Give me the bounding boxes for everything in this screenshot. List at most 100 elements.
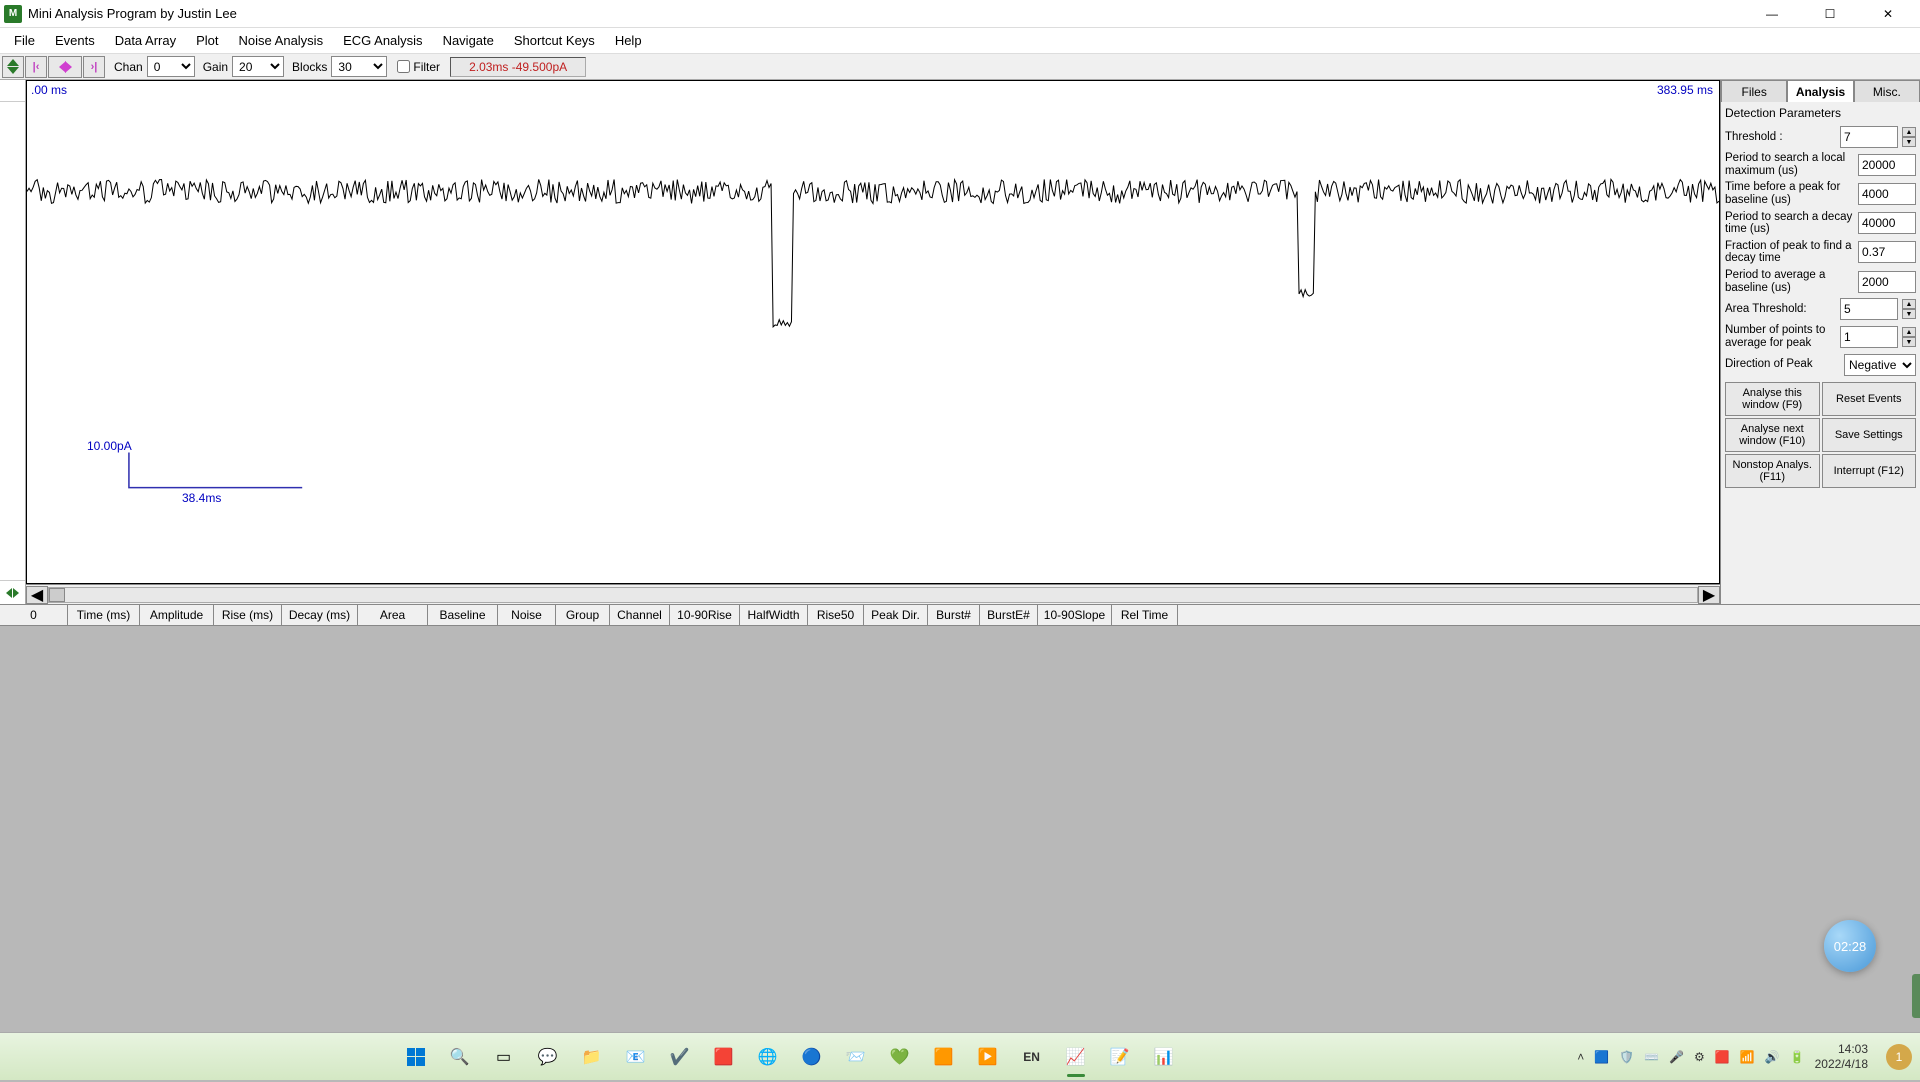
menu-navigate[interactable]: Navigate (433, 29, 504, 52)
gutter-button-top[interactable] (0, 80, 25, 102)
menu-plot[interactable]: Plot (186, 29, 228, 52)
analyse-next-button[interactable]: Analyse next window (F10) (1725, 418, 1820, 452)
area-threshold-up[interactable]: ▲ (1902, 299, 1916, 309)
th-baseline[interactable]: Baseline (428, 605, 498, 625)
gain-select[interactable]: 20 (232, 56, 284, 77)
notepad-icon[interactable]: 📝 (1102, 1039, 1138, 1075)
threshold-down[interactable]: ▼ (1902, 137, 1916, 147)
period-local-input[interactable] (1858, 154, 1916, 176)
hscroll-track[interactable] (48, 587, 1698, 603)
gutter-button-bottom[interactable] (0, 580, 25, 604)
start-button[interactable] (398, 1039, 434, 1075)
threshold-input[interactable] (1840, 126, 1898, 148)
th-peakdir[interactable]: Peak Dir. (864, 605, 928, 625)
filter-checkbox[interactable] (397, 60, 410, 73)
chat-icon[interactable]: 💬 (530, 1039, 566, 1075)
reset-events-button[interactable]: Reset Events (1822, 382, 1917, 416)
th-1090slope[interactable]: 10-90Slope (1038, 605, 1112, 625)
excel-icon[interactable]: 📊 (1146, 1039, 1182, 1075)
nav-last-button[interactable]: ›| (83, 56, 105, 78)
num-points-down[interactable]: ▼ (1902, 337, 1916, 347)
tray-keyboard-icon[interactable]: ⌨️ (1644, 1050, 1659, 1064)
hscroll-left-button[interactable]: ◀ (26, 586, 48, 604)
current-app-icon[interactable]: 📈 (1058, 1039, 1094, 1075)
menu-file[interactable]: File (4, 29, 45, 52)
timer-badge[interactable]: 02:28 (1824, 920, 1876, 972)
tray-mic-icon[interactable]: 🎤 (1669, 1050, 1684, 1064)
analyse-this-button[interactable]: Analyse this window (F9) (1725, 382, 1820, 416)
horizontal-scrollbar[interactable]: ◀ ▶ (26, 584, 1720, 604)
nav-first-button[interactable]: |‹ (25, 56, 47, 78)
tray-shield-icon[interactable]: 🛡️ (1619, 1050, 1634, 1064)
th-burste[interactable]: BurstE# (980, 605, 1038, 625)
gutter-vertical-track[interactable] (0, 102, 25, 580)
period-avg-input[interactable] (1858, 271, 1916, 293)
tray-icon-1[interactable]: 🟦 (1594, 1050, 1609, 1064)
tray-battery-icon[interactable]: 🔋 (1790, 1050, 1805, 1064)
minimize-button[interactable]: — (1752, 3, 1792, 25)
period-decay-input[interactable] (1858, 212, 1916, 234)
th-rise[interactable]: Rise (ms) (214, 605, 282, 625)
plot-canvas[interactable]: .00 ms 383.95 ms 10.00pA 38.4ms (26, 80, 1720, 584)
app-icon-1[interactable]: 🔵 (794, 1039, 830, 1075)
th-noise[interactable]: Noise (498, 605, 556, 625)
fraction-input[interactable] (1858, 241, 1916, 263)
task-view-icon[interactable]: ▭ (486, 1039, 522, 1075)
th-channel[interactable]: Channel (610, 605, 670, 625)
filter-checkbox-wrap[interactable]: Filter (397, 60, 440, 74)
direction-select[interactable]: Negative (1844, 354, 1916, 376)
threshold-up[interactable]: ▲ (1902, 127, 1916, 137)
time-before-input[interactable] (1858, 183, 1916, 205)
side-tab[interactable] (1912, 974, 1920, 1018)
tray-wifi-icon[interactable]: 📶 (1740, 1050, 1755, 1064)
office-icon[interactable]: 🟥 (706, 1039, 742, 1075)
menu-ecg-analysis[interactable]: ECG Analysis (333, 29, 432, 52)
menu-help[interactable]: Help (605, 29, 652, 52)
chrome-icon[interactable]: 🌐 (750, 1039, 786, 1075)
area-threshold-input[interactable] (1840, 298, 1898, 320)
menu-noise-analysis[interactable]: Noise Analysis (229, 29, 334, 52)
maximize-button[interactable]: ☐ (1810, 3, 1850, 25)
blocks-select[interactable]: 30 (331, 56, 387, 77)
wechat-icon[interactable]: 💚 (882, 1039, 918, 1075)
nonstop-button[interactable]: Nonstop Analys. (F11) (1725, 454, 1820, 488)
th-index[interactable]: 0 (0, 605, 68, 625)
th-decay[interactable]: Decay (ms) (282, 605, 358, 625)
th-burst[interactable]: Burst# (928, 605, 980, 625)
tray-volume-icon[interactable]: 🔊 (1765, 1050, 1780, 1064)
th-rise50[interactable]: Rise50 (808, 605, 864, 625)
th-1090rise[interactable]: 10-90Rise (670, 605, 740, 625)
chan-select[interactable]: 0 (147, 56, 195, 77)
outlook-icon[interactable]: 📨 (838, 1039, 874, 1075)
search-icon[interactable]: 🔍 (442, 1039, 478, 1075)
hscroll-thumb[interactable] (49, 588, 65, 602)
mail-icon[interactable]: 📧 (618, 1039, 654, 1075)
menu-events[interactable]: Events (45, 29, 105, 52)
zoom-vertical-button[interactable] (2, 56, 24, 78)
num-points-up[interactable]: ▲ (1902, 327, 1916, 337)
powerpoint-icon[interactable]: 🟧 (926, 1039, 962, 1075)
th-reltime[interactable]: Rel Time (1112, 605, 1178, 625)
num-points-input[interactable] (1840, 326, 1898, 348)
tab-files[interactable]: Files (1721, 80, 1787, 102)
notification-badge[interactable]: 1 (1886, 1044, 1912, 1070)
clock[interactable]: 14:03 2022/4/18 (1815, 1042, 1876, 1071)
th-group[interactable]: Group (556, 605, 610, 625)
th-halfwidth[interactable]: HalfWidth (740, 605, 808, 625)
menu-shortcut-keys[interactable]: Shortcut Keys (504, 29, 605, 52)
media-icon[interactable]: ▶️ (970, 1039, 1006, 1075)
th-time[interactable]: Time (ms) (68, 605, 140, 625)
tray-icon-2[interactable]: ⚙ (1694, 1050, 1705, 1064)
todo-icon[interactable]: ✔️ (662, 1039, 698, 1075)
lang-indicator[interactable]: EN (1014, 1039, 1050, 1075)
interrupt-button[interactable]: Interrupt (F12) (1822, 454, 1917, 488)
nav-prev-next-button[interactable] (48, 56, 82, 78)
save-settings-button[interactable]: Save Settings (1822, 418, 1917, 452)
tab-misc[interactable]: Misc. (1854, 80, 1920, 102)
hscroll-right-button[interactable]: ▶ (1698, 586, 1720, 604)
th-area[interactable]: Area (358, 605, 428, 625)
area-threshold-down[interactable]: ▼ (1902, 309, 1916, 319)
menu-data-array[interactable]: Data Array (105, 29, 186, 52)
tray-chevron-icon[interactable]: ˄ (1577, 1050, 1584, 1064)
tab-analysis[interactable]: Analysis (1787, 80, 1853, 102)
